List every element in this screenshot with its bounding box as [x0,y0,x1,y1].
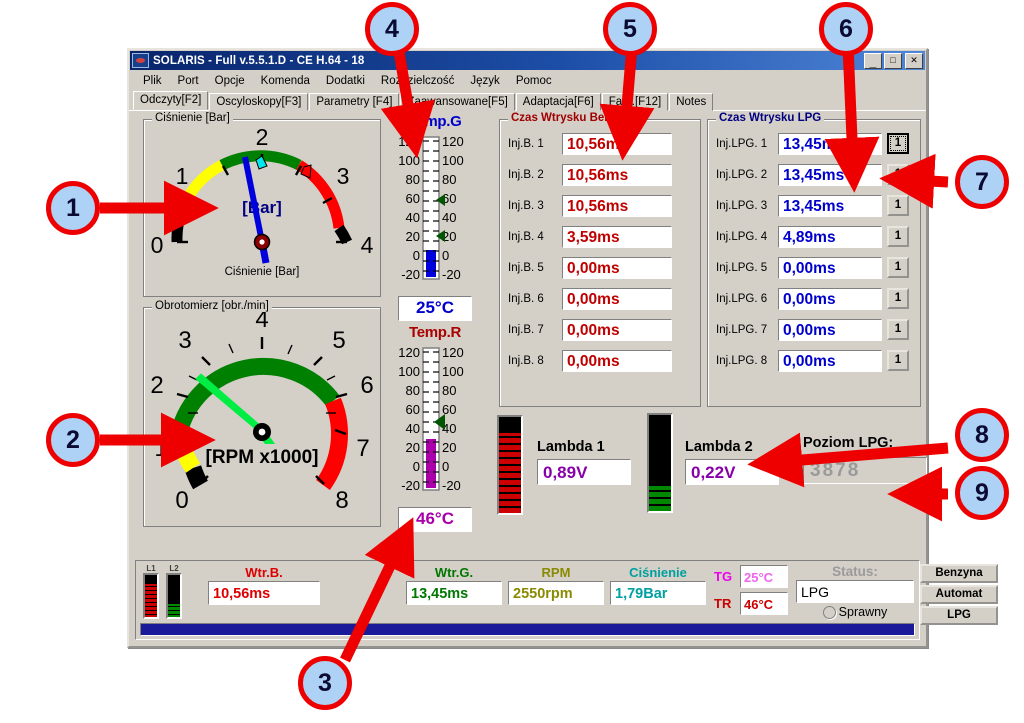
callout-3: 3 [298,656,352,710]
callout-9: 9 [955,466,1009,520]
callout-arrows [100,45,949,663]
callout-8: 8 [955,408,1009,462]
callout-5: 5 [603,2,657,56]
callout-6: 6 [819,2,873,56]
callout-7: 7 [955,155,1009,209]
callout-1: 1 [46,181,100,235]
callout-2: 2 [46,413,100,467]
callout-4: 4 [365,2,419,56]
